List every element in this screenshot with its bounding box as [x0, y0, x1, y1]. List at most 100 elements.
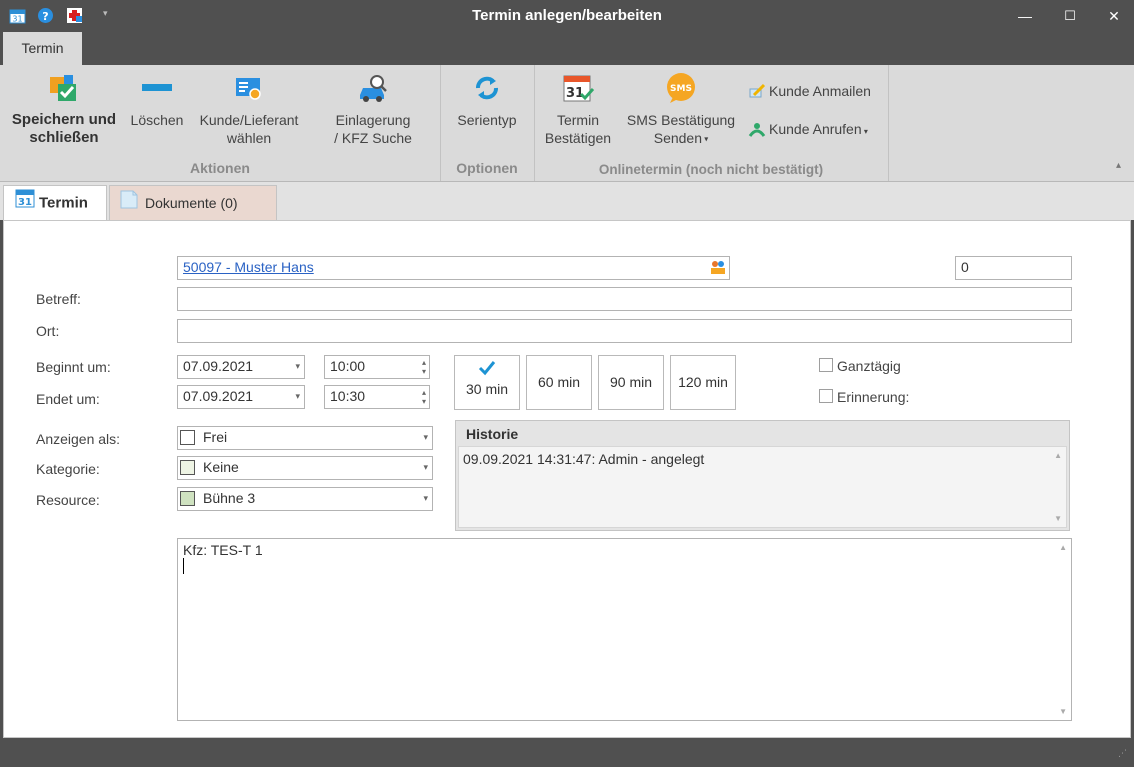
- customer-link[interactable]: 50097 - Muster Hans: [183, 259, 314, 275]
- customer-lookup-icon[interactable]: [710, 259, 726, 281]
- choose-customer-supplier-button[interactable]: Kunde/Lieferant wählen: [193, 71, 305, 147]
- calendar-icon: 31: [15, 186, 35, 221]
- confirm-appointment-button[interactable]: 31 Termin Bestätigen: [540, 71, 616, 147]
- save-close-icon: [47, 71, 81, 105]
- calendar-day: 31: [18, 197, 32, 208]
- chevron-down-icon[interactable]: ▾: [423, 488, 428, 509]
- spin-up-icon[interactable]: ▴: [422, 389, 426, 397]
- notes-text: Kfz: TES-T 1: [183, 542, 263, 558]
- end-label: Endet um:: [36, 391, 100, 407]
- maximize-button[interactable]: ☐: [1050, 6, 1090, 26]
- help-icon[interactable]: ?: [37, 7, 54, 24]
- spin-down-icon[interactable]: ▾: [422, 368, 426, 376]
- sms-label-1: SMS Bestätigung: [626, 112, 736, 128]
- calendar-31-icon[interactable]: 31: [9, 7, 26, 24]
- sms-icon: SMS: [664, 71, 698, 105]
- storage-search-label-1: Einlagerung: [335, 112, 411, 128]
- calendar-check-icon: 31: [561, 71, 595, 105]
- duration-30-button[interactable]: 30 min: [454, 355, 520, 410]
- minimize-button[interactable]: —: [1005, 6, 1045, 26]
- phone-person-icon: [748, 121, 766, 140]
- resource-label: Resource:: [36, 492, 100, 508]
- car-search-icon: [356, 71, 390, 105]
- save-and-close-button[interactable]: Speichern und schließen: [6, 71, 122, 147]
- resize-grip-icon[interactable]: ⋰: [1118, 748, 1127, 759]
- number-field[interactable]: 0: [955, 256, 1072, 280]
- customer-card-icon: [232, 71, 266, 105]
- scroll-up-icon[interactable]: ▲: [1059, 543, 1067, 552]
- ribbon-separator: [888, 65, 889, 181]
- color-swatch-keine: [180, 460, 195, 475]
- ribbon-separator: [534, 65, 535, 181]
- anzeigen-combo[interactable]: Frei ▾: [177, 426, 433, 450]
- tab-dokumente[interactable]: Dokumente (0): [109, 185, 277, 221]
- notes-textarea[interactable]: Kfz: TES-T 1 ▲ ▼: [177, 538, 1072, 721]
- scroll-up-icon[interactable]: ▲: [1054, 451, 1062, 460]
- end-time-spinner[interactable]: 10:30 ▴ ▾: [324, 385, 430, 409]
- resource-combo[interactable]: Bühne 3 ▾: [177, 487, 433, 511]
- chevron-down-icon[interactable]: ▾: [295, 356, 300, 377]
- svg-text:31: 31: [566, 86, 584, 101]
- mail-customer-button[interactable]: Kunde Anmailen: [748, 83, 871, 103]
- start-date-value: 07.09.2021: [183, 358, 254, 374]
- color-swatch-buehne: [180, 491, 195, 506]
- duration-120-button[interactable]: 120 min: [670, 355, 736, 410]
- tab-termin[interactable]: 31 Termin: [3, 185, 107, 221]
- end-date-value: 07.09.2021: [183, 388, 254, 404]
- ribbon-tab-termin[interactable]: Termin: [3, 32, 82, 65]
- series-type-button[interactable]: Serientyp: [448, 71, 526, 129]
- spin-down-icon[interactable]: ▾: [422, 398, 426, 406]
- swiss-flag-icon[interactable]: [66, 7, 83, 24]
- chevron-down-icon[interactable]: ▾: [423, 457, 428, 478]
- mail-customer-label: Kunde Anmailen: [769, 83, 871, 100]
- ganztaegig-checkbox[interactable]: [819, 358, 833, 372]
- chevron-down-icon[interactable]: ▾: [295, 386, 300, 407]
- chevron-down-icon: ▾: [861, 127, 868, 137]
- historie-entry: 09.09.2021 14:31:47: Admin - angelegt: [463, 451, 705, 467]
- sms-icon-text: SMS: [670, 84, 692, 94]
- group-label-onlinetermin: Onlinetermin (noch nicht bestätigt): [598, 162, 824, 177]
- storage-vehicle-search-button[interactable]: Einlagerung / KFZ Suche: [318, 71, 428, 147]
- duration-90-button[interactable]: 90 min: [598, 355, 664, 410]
- kategorie-combo[interactable]: Keine ▾: [177, 456, 433, 480]
- collapse-ribbon-icon[interactable]: ▴: [1116, 160, 1121, 171]
- save-close-label-2: schließen: [29, 129, 99, 146]
- customer-supplier-label-1: Kunde/Lieferant: [199, 112, 299, 128]
- svg-text:31: 31: [12, 15, 22, 24]
- kategorie-value: Keine: [203, 459, 239, 475]
- minus-icon: [140, 71, 174, 105]
- historie-title: Historie: [466, 426, 519, 442]
- scroll-down-icon[interactable]: ▼: [1059, 707, 1067, 716]
- scroll-down-icon[interactable]: ▼: [1054, 514, 1062, 523]
- ganztaegig-label: Ganztägig: [837, 358, 901, 374]
- duration-60-button[interactable]: 60 min: [526, 355, 592, 410]
- start-time-value: 10:00: [330, 358, 366, 374]
- erinnerung-checkbox[interactable]: [819, 389, 833, 403]
- end-date-combo[interactable]: 07.09.2021 ▾: [177, 385, 305, 409]
- delete-button[interactable]: Löschen: [126, 71, 188, 129]
- sms-confirmation-button[interactable]: SMS SMS Bestätigung Senden ▾: [622, 71, 740, 148]
- start-date-combo[interactable]: 07.09.2021 ▾: [177, 355, 305, 379]
- close-button[interactable]: ✕: [1094, 6, 1134, 26]
- text-cursor: [183, 558, 184, 574]
- document-icon: [119, 187, 141, 221]
- dropdown-arrow-icon[interactable]: ▾: [103, 8, 108, 19]
- spin-up-icon[interactable]: ▴: [422, 359, 426, 367]
- call-customer-button[interactable]: Kunde Anrufen ▾: [748, 121, 868, 141]
- chevron-down-icon[interactable]: ▾: [423, 427, 428, 448]
- ort-input[interactable]: [177, 319, 1072, 343]
- ort-label: Ort:: [36, 323, 60, 339]
- end-time-value: 10:30: [330, 388, 366, 404]
- betreff-input[interactable]: [177, 287, 1072, 311]
- erinnerung-label: Erinnerung:: [837, 389, 910, 405]
- kategorie-label: Kategorie:: [36, 461, 100, 477]
- window-title: Termin anlegen/bearbeiten: [472, 7, 662, 24]
- call-customer-label: Kunde Anrufen: [769, 121, 862, 138]
- customer-field[interactable]: 50097 - Muster Hans: [177, 256, 730, 280]
- save-close-label-1: Speichern und: [11, 111, 117, 128]
- historie-list[interactable]: 09.09.2021 14:31:47: Admin - angelegt ▲ …: [458, 446, 1067, 528]
- start-time-spinner[interactable]: 10:00 ▴ ▾: [324, 355, 430, 379]
- storage-search-label-2: / KFZ Suche: [334, 130, 412, 146]
- customer-supplier-label-2: wählen: [226, 130, 272, 146]
- chevron-down-icon: ▾: [702, 134, 709, 144]
